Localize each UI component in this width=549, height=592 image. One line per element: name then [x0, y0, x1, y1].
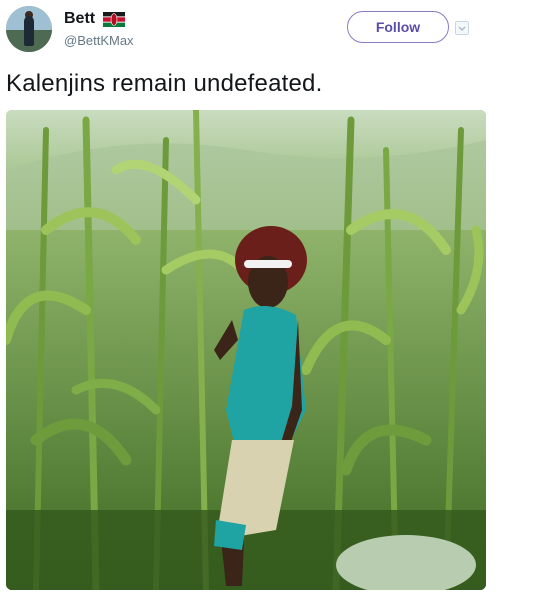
- chevron-down-icon[interactable]: [455, 21, 469, 35]
- author-name-row: Bett: [64, 10, 126, 28]
- follow-button[interactable]: Follow: [347, 11, 449, 43]
- tweet-text: Kalenjins remain undefeated.: [6, 70, 323, 97]
- author-handle[interactable]: @BettKMax: [64, 33, 134, 48]
- kenya-flag-icon: [103, 11, 126, 27]
- author-name[interactable]: Bett: [64, 10, 95, 28]
- tweet-photo[interactable]: [6, 110, 486, 590]
- avatar-figure: [24, 16, 34, 46]
- author-avatar[interactable]: [6, 6, 52, 52]
